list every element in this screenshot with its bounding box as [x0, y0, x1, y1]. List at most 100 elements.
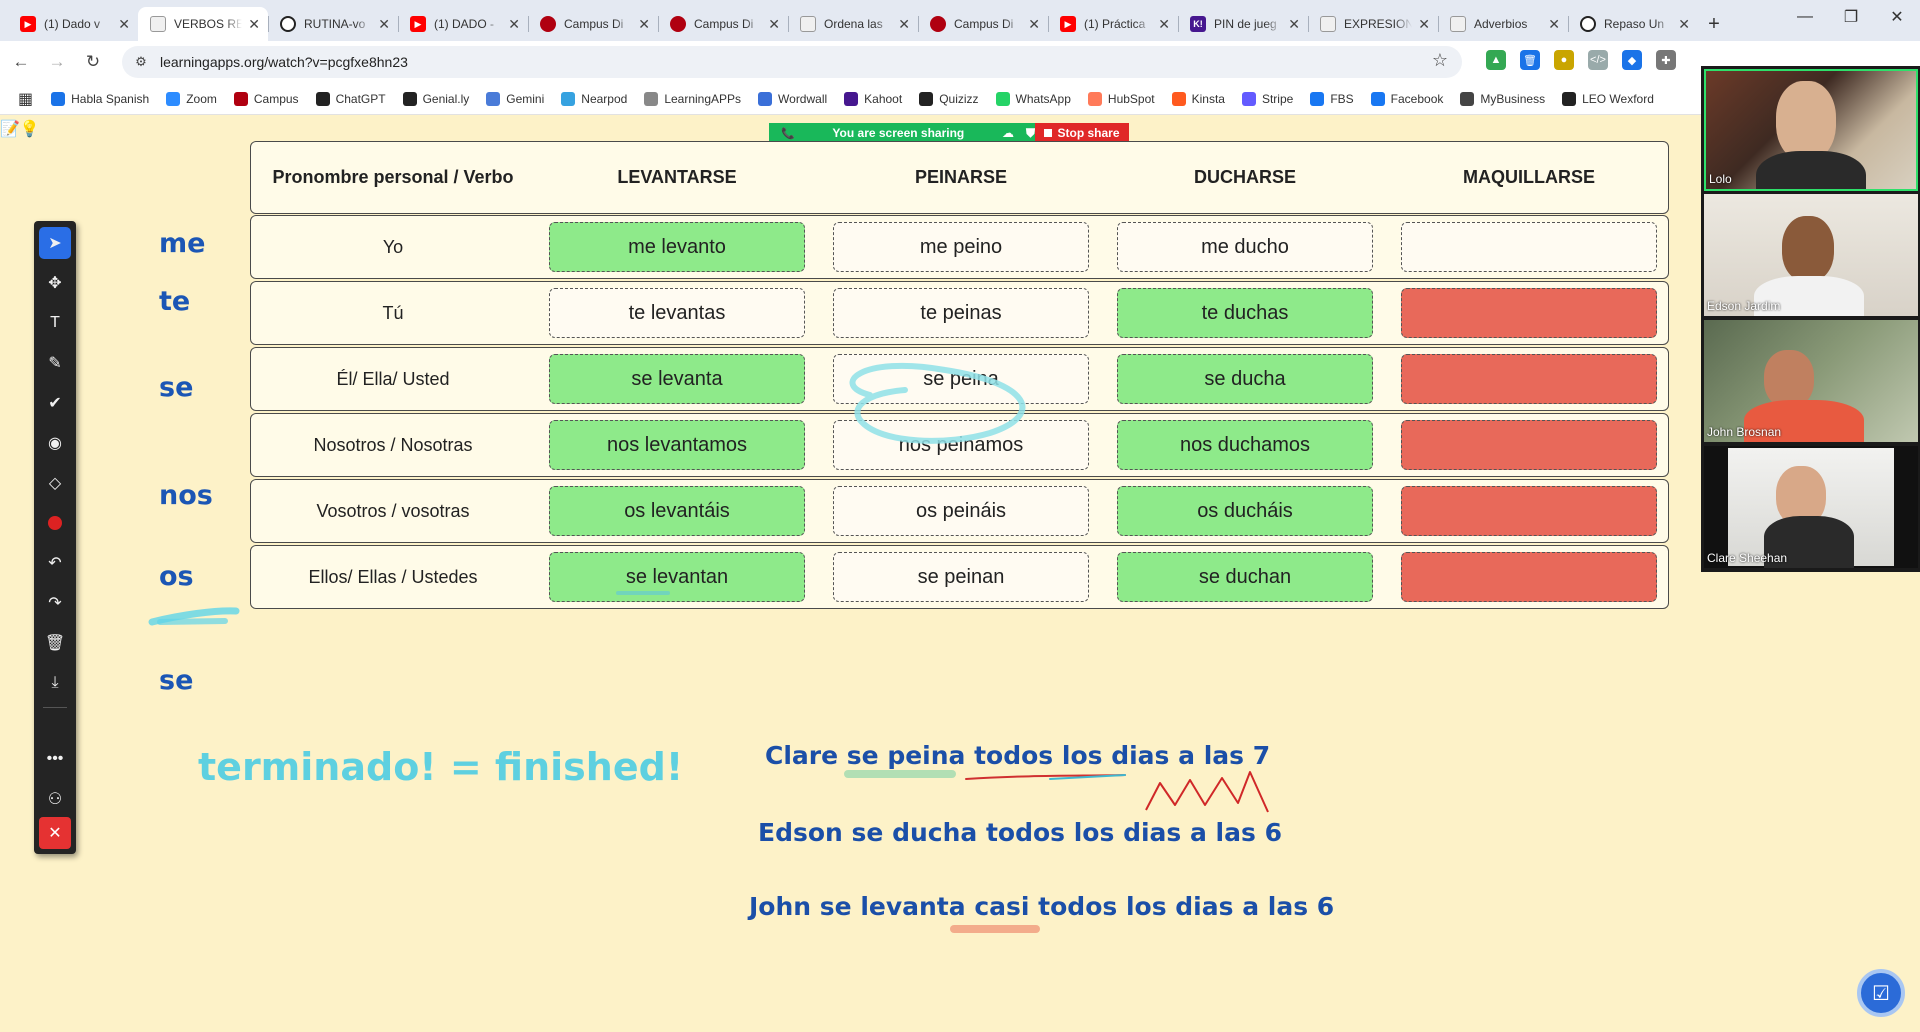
tab-close-icon[interactable]: ✕	[898, 16, 910, 33]
participant-tile[interactable]: Edson Jardim	[1704, 194, 1918, 316]
answer-slot[interactable]: nos peinamos	[833, 420, 1089, 470]
browser-tab[interactable]: Campus Di ✕	[918, 7, 1048, 41]
bookmark-item[interactable]: HubSpot	[1087, 91, 1155, 106]
move-icon[interactable]: ✥	[39, 267, 71, 299]
tab-close-icon[interactable]: ✕	[1158, 16, 1170, 33]
translate-ext-icon[interactable]: ◆	[1622, 50, 1642, 70]
forward-icon[interactable]: →	[42, 47, 72, 77]
close-annotation-icon[interactable]: ✕	[39, 817, 71, 849]
reload-icon[interactable]: ↻	[78, 47, 108, 77]
clear-trash-icon[interactable]: 🗑	[39, 627, 71, 659]
answer-slot[interactable]	[1401, 222, 1657, 272]
bookmark-item[interactable]: WhatsApp	[995, 91, 1071, 106]
bookmark-item[interactable]: Stripe	[1241, 91, 1293, 106]
bookmark-item[interactable]: FBS	[1310, 91, 1354, 106]
tab-close-icon[interactable]: ✕	[1418, 16, 1430, 33]
new-tab-icon[interactable]: +	[1698, 7, 1730, 41]
bookmark-item[interactable]: Facebook	[1370, 91, 1443, 106]
bookmark-item[interactable]: Nearpod	[561, 91, 627, 106]
address-bar[interactable]: ⚙ learningapps.org/watch?v=pcgfxe8hn23 ☆	[122, 46, 1462, 78]
tab-close-icon[interactable]: ✕	[1548, 16, 1560, 33]
answer-slot[interactable]: se ducha	[1117, 354, 1373, 404]
participant-tile[interactable]: Lolo	[1704, 69, 1918, 191]
answer-slot[interactable]	[1401, 354, 1657, 404]
trash-ext-icon[interactable]: 🗑	[1520, 50, 1540, 70]
answer-slot[interactable]: se duchan	[1117, 552, 1373, 602]
bookmark-item[interactable]: Kahoot	[844, 91, 902, 106]
answer-slot[interactable]: nos duchamos	[1117, 420, 1373, 470]
redo-icon[interactable]: ↷	[39, 587, 71, 619]
pen-icon[interactable]: ✎	[39, 347, 71, 379]
user-access-icon[interactable]: ⚇	[39, 783, 71, 815]
spotlight-icon[interactable]: ◉	[39, 427, 71, 459]
answer-slot[interactable]: se levantan	[549, 552, 805, 602]
browser-tab[interactable]: EXPRESION ✕	[1308, 7, 1438, 41]
bookmark-item[interactable]: ChatGPT	[315, 91, 386, 106]
tab-close-icon[interactable]: ✕	[378, 16, 390, 33]
tab-close-icon[interactable]: ✕	[1028, 16, 1040, 33]
bookmark-item[interactable]: MyBusiness	[1460, 91, 1545, 106]
browser-tab[interactable]: Campus Di ✕	[528, 7, 658, 41]
tab-close-icon[interactable]: ✕	[1288, 16, 1300, 33]
browser-tab[interactable]: RUTINA-vo ✕	[268, 7, 398, 41]
participant-tile[interactable]: John Brosnan	[1704, 320, 1918, 442]
answer-slot[interactable]: me ducho	[1117, 222, 1373, 272]
answer-slot[interactable]: se peinan	[833, 552, 1089, 602]
browser-tab[interactable]: Campus Di ✕	[658, 7, 788, 41]
answer-slot[interactable]: os peináis	[833, 486, 1089, 536]
drive-icon[interactable]: ▲	[1486, 50, 1506, 70]
learningapps-toolbar-icons[interactable]: 📝💡	[0, 119, 40, 139]
answer-slot[interactable]: os levantáis	[549, 486, 805, 536]
browser-tab[interactable]: VERBOS RE ✕	[138, 7, 268, 41]
answer-slot[interactable]	[1401, 552, 1657, 602]
color-picker-icon[interactable]	[39, 507, 71, 539]
browser-tab[interactable]: ▶ (1) Práctica ✕	[1048, 7, 1178, 41]
browser-tab[interactable]: Repaso Un ✕	[1568, 7, 1698, 41]
site-info-icon[interactable]: ⚙	[128, 49, 154, 75]
puzzle-icon[interactable]: ✚	[1656, 50, 1676, 70]
bookmark-item[interactable]: Zoom	[166, 91, 217, 106]
save-download-icon[interactable]: ⤓	[39, 667, 71, 699]
tab-close-icon[interactable]: ✕	[248, 16, 260, 33]
restore-icon[interactable]: ❐	[1828, 0, 1874, 34]
minimize-icon[interactable]: —	[1782, 0, 1828, 34]
apps-grid-icon[interactable]: ▦	[18, 89, 33, 109]
more-options-icon[interactable]: •••	[39, 743, 71, 775]
url-text[interactable]: learningapps.org/watch?v=pcgfxe8hn23	[160, 54, 408, 70]
answer-slot[interactable]	[1401, 288, 1657, 338]
tab-close-icon[interactable]: ✕	[1678, 16, 1690, 33]
bookmark-item[interactable]: Kinsta	[1171, 91, 1225, 106]
ext-yellow-icon[interactable]: ●	[1554, 50, 1574, 70]
bookmark-item[interactable]: Habla Spanish	[51, 91, 149, 106]
bookmark-star-icon[interactable]: ☆	[1432, 50, 1448, 71]
browser-tab[interactable]: K! PIN de jueg ✕	[1178, 7, 1308, 41]
answer-slot[interactable]: me peino	[833, 222, 1089, 272]
browser-tab[interactable]: ▶ (1) DADO - ✕	[398, 7, 528, 41]
bookmark-item[interactable]: Wordwall	[758, 91, 827, 106]
answer-slot[interactable]: nos levantamos	[549, 420, 805, 470]
eraser-icon[interactable]: ◇	[39, 467, 71, 499]
check-fab-button[interactable]: ☑	[1857, 969, 1905, 1017]
close-window-icon[interactable]: ✕	[1874, 0, 1920, 34]
bookmark-item[interactable]: LEO Wexford	[1562, 91, 1654, 106]
answer-slot[interactable]	[1401, 420, 1657, 470]
select-pointer-icon[interactable]: ➤	[39, 227, 71, 259]
answer-slot[interactable]: os ducháis	[1117, 486, 1373, 536]
code-ext-icon[interactable]: </>	[1588, 50, 1608, 70]
bookmark-item[interactable]: Quizizz	[919, 91, 979, 106]
back-icon[interactable]: ←	[6, 47, 36, 77]
answer-slot[interactable]: te levantas	[549, 288, 805, 338]
bookmark-item[interactable]: Gemini	[486, 91, 544, 106]
answer-slot[interactable]: te peinas	[833, 288, 1089, 338]
tab-close-icon[interactable]: ✕	[768, 16, 780, 33]
answer-slot[interactable]: me levanto	[549, 222, 805, 272]
browser-tab[interactable]: ▶ (1) Dado v ✕	[8, 7, 138, 41]
text-tool-icon[interactable]: T	[39, 307, 71, 339]
tab-close-icon[interactable]: ✕	[638, 16, 650, 33]
bookmark-item[interactable]: Campus	[233, 91, 299, 106]
answer-slot[interactable]: se peina	[833, 354, 1089, 404]
bookmark-item[interactable]: Genial.ly	[402, 91, 469, 106]
answer-slot[interactable]: te duchas	[1117, 288, 1373, 338]
stop-share-button[interactable]: Stop share	[1035, 123, 1129, 143]
tab-close-icon[interactable]: ✕	[118, 16, 130, 33]
